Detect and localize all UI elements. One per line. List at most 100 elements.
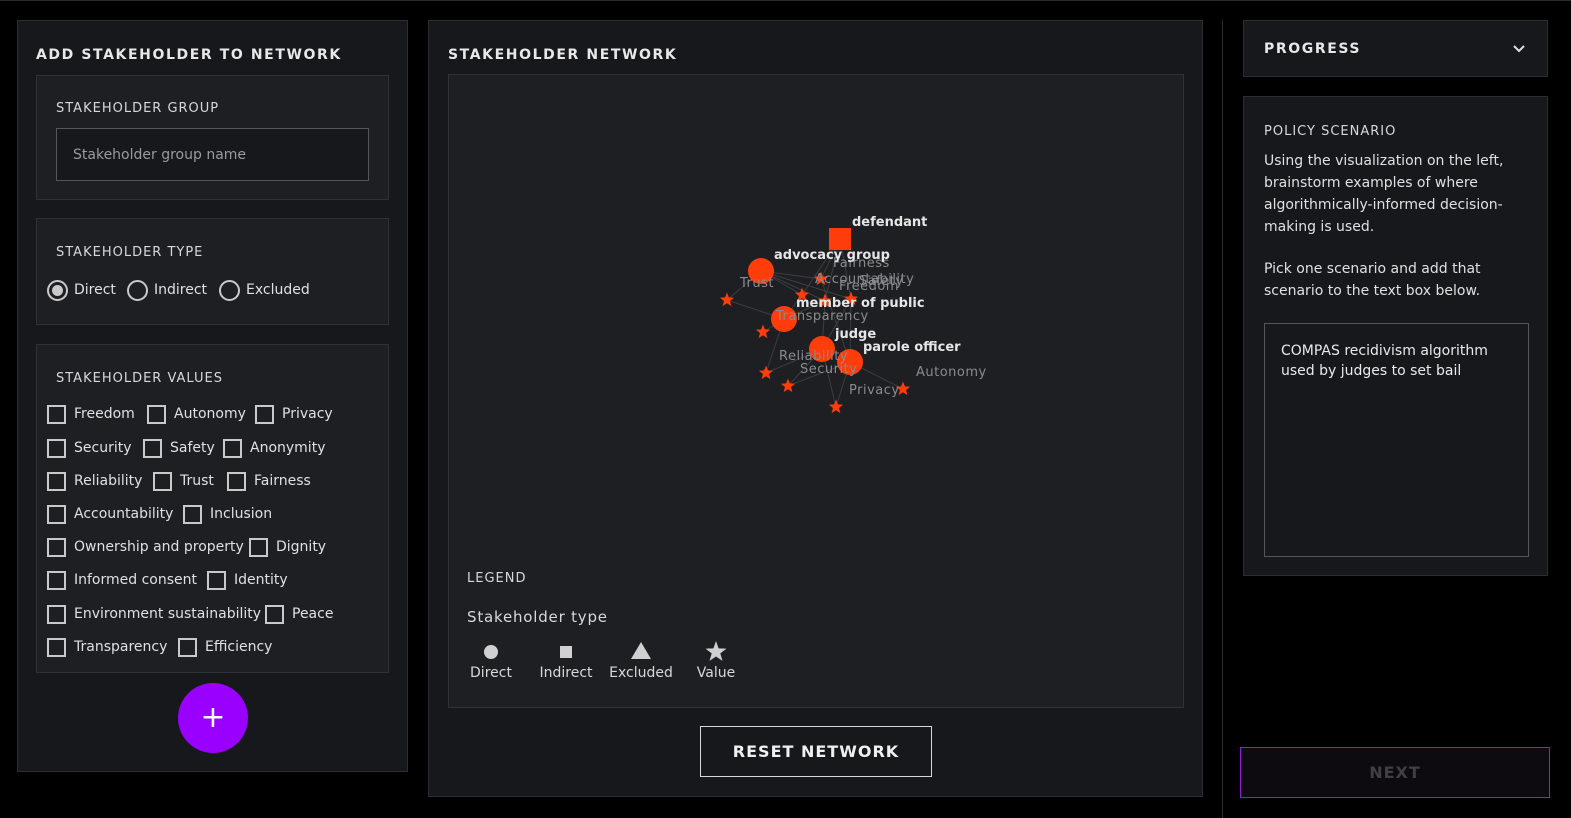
- network-graph-area[interactable]: Fairness Accountability Safety Freedom Trust…: [448, 74, 1184, 708]
- stakeholder-values-card: STAKEHOLDER VALUES Freedom Autonomy Privac…: [36, 344, 389, 673]
- legend-subtitle: Stakeholder type: [467, 608, 608, 626]
- checkbox-box[interactable]: [47, 471, 66, 491]
- instructions-paragraph-1: Using the visualization on the left, bra…: [1264, 153, 1504, 235]
- stakeholder-type-label: STAKEHOLDER TYPE: [56, 245, 204, 260]
- progress-title: PROGRESS: [1264, 41, 1362, 57]
- value-node-label: Autonomy: [916, 365, 987, 380]
- stakeholder-node-defendant[interactable]: [829, 228, 851, 250]
- legend-item-label: Direct: [470, 665, 512, 681]
- radio-circle[interactable]: [47, 279, 68, 301]
- checkbox-box[interactable]: [223, 438, 242, 458]
- scenario-textarea[interactable]: COMPAS recidivism algorithm used by judg…: [1264, 323, 1529, 557]
- value-node-star[interactable]: [758, 365, 774, 380]
- checkbox-label: Fairness: [254, 473, 311, 489]
- policy-scenario-title: POLICY SCENARIO: [1264, 124, 1397, 139]
- radio-direct[interactable]: Direct: [47, 278, 116, 302]
- legend-items: Direct Indirect Excluded Value: [470, 641, 735, 681]
- checkbox-box[interactable]: [255, 404, 274, 424]
- checkbox-freedom[interactable]: Freedom: [47, 403, 135, 425]
- value-node-label: Freedom: [839, 279, 899, 294]
- stakeholder-label: advocacy group: [774, 248, 890, 263]
- checkbox-privacy[interactable]: Privacy: [255, 403, 333, 425]
- checkbox-label: Freedom: [74, 406, 135, 422]
- radio-indirect[interactable]: Indirect: [127, 278, 207, 302]
- checkbox-box[interactable]: [265, 604, 284, 624]
- progress-panel[interactable]: PROGRESS: [1243, 20, 1548, 77]
- add-stakeholder-title: ADD STAKEHOLDER TO NETWORK: [36, 47, 342, 63]
- stakeholder-group-label: STAKEHOLDER GROUP: [56, 101, 220, 116]
- stakeholder-type-card: STAKEHOLDER TYPE Direct Indirect Excluded: [36, 218, 389, 325]
- value-node-star[interactable]: [755, 324, 771, 339]
- value-node-star[interactable]: [828, 399, 844, 414]
- panel-divider: [1222, 20, 1223, 818]
- radio-excluded[interactable]: Excluded: [219, 278, 310, 302]
- circle-icon: [484, 645, 498, 659]
- value-node-label: Privacy: [849, 383, 900, 398]
- checkbox-label: Safety: [170, 440, 215, 456]
- checkbox-accountability[interactable]: Accountability: [47, 503, 173, 525]
- checkbox-label: Autonomy: [174, 406, 246, 422]
- checkbox-identity[interactable]: Identity: [207, 569, 288, 591]
- chevron-down-icon[interactable]: [1511, 41, 1527, 57]
- checkbox-trust[interactable]: Trust: [153, 470, 214, 492]
- checkbox-dignity[interactable]: Dignity: [249, 536, 326, 558]
- checkbox-label: Inclusion: [210, 506, 273, 522]
- stakeholder-label: member of public: [796, 296, 925, 311]
- checkbox-box[interactable]: [227, 471, 246, 491]
- checkbox-label: Reliability: [74, 473, 143, 489]
- checkbox-informed-consent[interactable]: Informed consent: [47, 569, 197, 591]
- top-border: [0, 0, 1571, 1]
- checkbox-ownership-and-property[interactable]: Ownership and property: [47, 536, 244, 558]
- checkbox-label: Security: [74, 440, 132, 456]
- radio-circle[interactable]: [219, 279, 240, 301]
- stakeholder-values-label: STAKEHOLDER VALUES: [56, 371, 223, 386]
- checkbox-box[interactable]: [47, 404, 66, 424]
- checkbox-box[interactable]: [47, 537, 66, 557]
- value-node-label: Trust: [739, 276, 774, 291]
- stakeholder-group-input[interactable]: [56, 128, 369, 181]
- radio-circle[interactable]: [127, 279, 148, 301]
- radio-label: Indirect: [154, 282, 208, 298]
- checkbox-box[interactable]: [143, 438, 162, 458]
- add-stakeholder-button[interactable]: +: [178, 683, 248, 753]
- checkbox-label: Ownership and property: [74, 539, 244, 555]
- checkbox-label: Anonymity: [250, 440, 326, 456]
- checkbox-box[interactable]: [207, 570, 226, 590]
- checkbox-label: Privacy: [282, 406, 333, 422]
- next-button[interactable]: NEXT: [1240, 747, 1550, 798]
- checkbox-box[interactable]: [147, 404, 166, 424]
- square-icon: [560, 646, 572, 658]
- checkbox-label: Accountability: [74, 506, 174, 522]
- checkbox-reliability[interactable]: Reliability: [47, 470, 142, 492]
- checkbox-transparency[interactable]: Transparency: [47, 636, 167, 658]
- value-node-label: Security: [800, 362, 857, 377]
- value-node-label: Transparency: [775, 309, 869, 324]
- value-node-star[interactable]: [719, 292, 735, 307]
- checkbox-efficiency[interactable]: Efficiency: [178, 636, 272, 658]
- checkbox-inclusion[interactable]: Inclusion: [183, 503, 272, 525]
- checkbox-environment-sustainability[interactable]: Environment sustainability: [47, 603, 261, 625]
- radio-label: Direct: [74, 282, 116, 298]
- checkbox-peace[interactable]: Peace: [265, 603, 333, 625]
- checkbox-box[interactable]: [47, 504, 66, 524]
- checkbox-box[interactable]: [47, 438, 66, 458]
- checkbox-box[interactable]: [153, 471, 172, 491]
- checkbox-autonomy[interactable]: Autonomy: [147, 403, 246, 425]
- star-icon: [705, 641, 727, 661]
- checkbox-box[interactable]: [249, 537, 268, 557]
- checkbox-fairness[interactable]: Fairness: [227, 470, 311, 492]
- checkbox-box[interactable]: [47, 604, 66, 624]
- checkbox-safety[interactable]: Safety: [143, 437, 215, 459]
- checkbox-label: Trust: [180, 473, 214, 489]
- checkbox-box[interactable]: [183, 504, 202, 524]
- add-stakeholder-panel: ADD STAKEHOLDER TO NETWORK STAKEHOLDER G…: [17, 20, 408, 772]
- stakeholder-network-title: STAKEHOLDER NETWORK: [448, 47, 678, 63]
- legend-item-label: Indirect: [539, 665, 593, 681]
- checkbox-box[interactable]: [47, 570, 66, 590]
- checkbox-label: Peace: [292, 606, 334, 622]
- checkbox-box[interactable]: [47, 637, 66, 657]
- checkbox-anonymity[interactable]: Anonymity: [223, 437, 325, 459]
- checkbox-security[interactable]: Security: [47, 437, 132, 459]
- reset-network-button[interactable]: RESET NETWORK: [700, 726, 932, 777]
- checkbox-box[interactable]: [178, 637, 197, 657]
